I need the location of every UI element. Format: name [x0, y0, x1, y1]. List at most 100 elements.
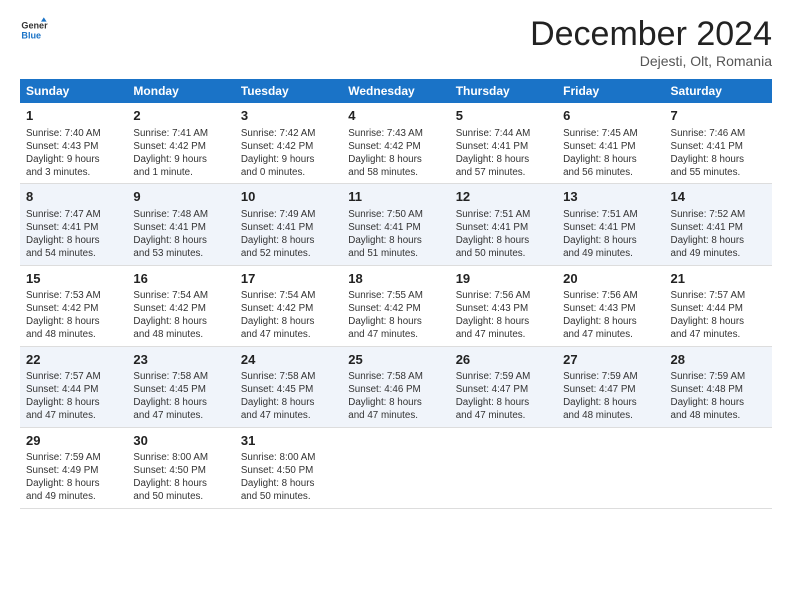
svg-text:General: General [21, 21, 48, 31]
day-info: Sunrise: 7:42 AM Sunset: 4:42 PM Dayligh… [241, 127, 336, 180]
header-friday: Friday [557, 79, 664, 103]
day-info: Sunrise: 7:48 AM Sunset: 4:41 PM Dayligh… [133, 208, 228, 261]
day-number: 24 [241, 351, 336, 369]
logo-icon: General Blue [20, 16, 48, 44]
calendar-cell: 15Sunrise: 7:53 AM Sunset: 4:42 PM Dayli… [20, 265, 127, 346]
day-number: 29 [26, 432, 121, 450]
calendar-cell: 6 Sunrise: 7:45 AM Sunset: 4:41 PM Daylig… [557, 103, 664, 184]
calendar-table: Sunday Monday Tuesday Wednesday Thursday… [20, 79, 772, 508]
day-info: Sunrise: 7:44 AM Sunset: 4:41 PM Dayligh… [456, 127, 551, 180]
day-number: 18 [348, 270, 443, 288]
day-info: Sunrise: 7:54 AM Sunset: 4:42 PM Dayligh… [241, 289, 336, 342]
calendar-cell [342, 427, 449, 508]
calendar-cell: 12Sunrise: 7:51 AM Sunset: 4:41 PM Dayli… [450, 184, 557, 265]
calendar-cell: 5Sunrise: 7:44 AM Sunset: 4:41 PM Daylig… [450, 103, 557, 184]
day-info: Sunrise: 7:56 AM Sunset: 4:43 PM Dayligh… [456, 289, 551, 342]
calendar-cell: 28Sunrise: 7:59 AM Sunset: 4:48 PM Dayli… [665, 346, 772, 427]
day-info: Sunrise: 7:58 AM Sunset: 4:45 PM Dayligh… [241, 370, 336, 423]
calendar-cell: 14Sunrise: 7:52 AM Sunset: 4:41 PM Dayli… [665, 184, 772, 265]
calendar-cell: 11Sunrise: 7:50 AM Sunset: 4:41 PM Dayli… [342, 184, 449, 265]
calendar-cell: 27Sunrise: 7:59 AM Sunset: 4:47 PM Dayli… [557, 346, 664, 427]
day-info: Sunrise: 7:55 AM Sunset: 4:42 PM Dayligh… [348, 289, 443, 342]
calendar-cell: 31Sunrise: 8:00 AM Sunset: 4:50 PM Dayli… [235, 427, 342, 508]
day-number: 28 [671, 351, 766, 369]
day-info: Sunrise: 7:51 AM Sunset: 4:41 PM Dayligh… [563, 208, 658, 261]
day-info: Sunrise: 7:41 AM Sunset: 4:42 PM Dayligh… [133, 127, 228, 180]
calendar-cell: 7Sunrise: 7:46 AM Sunset: 4:41 PM Daylig… [665, 103, 772, 184]
day-number: 8 [26, 188, 121, 206]
day-number: 20 [563, 270, 658, 288]
day-info: Sunrise: 7:47 AM Sunset: 4:41 PM Dayligh… [26, 208, 121, 261]
day-number: 1 [26, 107, 121, 125]
calendar-week-4: 22Sunrise: 7:57 AM Sunset: 4:44 PM Dayli… [20, 346, 772, 427]
day-number: 9 [133, 188, 228, 206]
day-number: 15 [26, 270, 121, 288]
calendar-cell: 22Sunrise: 7:57 AM Sunset: 4:44 PM Dayli… [20, 346, 127, 427]
month-title: December 2024 [530, 16, 772, 53]
calendar-cell: 21Sunrise: 7:57 AM Sunset: 4:44 PM Dayli… [665, 265, 772, 346]
day-info: Sunrise: 8:00 AM Sunset: 4:50 PM Dayligh… [133, 451, 228, 504]
day-number: 11 [348, 188, 443, 206]
calendar-cell [450, 427, 557, 508]
svg-text:Blue: Blue [21, 30, 41, 40]
calendar-week-5: 29Sunrise: 7:59 AM Sunset: 4:49 PM Dayli… [20, 427, 772, 508]
day-number: 13 [563, 188, 658, 206]
calendar-week-2: 8 Sunrise: 7:47 AM Sunset: 4:41 PM Daylig… [20, 184, 772, 265]
calendar-week-1: 1 Sunrise: 7:40 AM Sunset: 4:43 PM Daylig… [20, 103, 772, 184]
day-info: Sunrise: 7:58 AM Sunset: 4:46 PM Dayligh… [348, 370, 443, 423]
calendar-cell: 23Sunrise: 7:58 AM Sunset: 4:45 PM Dayli… [127, 346, 234, 427]
calendar-cell: 3Sunrise: 7:42 AM Sunset: 4:42 PM Daylig… [235, 103, 342, 184]
logo: General Blue [20, 16, 48, 44]
day-info: Sunrise: 7:46 AM Sunset: 4:41 PM Dayligh… [671, 127, 766, 180]
calendar-cell: 9 Sunrise: 7:48 AM Sunset: 4:41 PM Daylig… [127, 184, 234, 265]
day-number: 6 [563, 107, 658, 125]
day-info: Sunrise: 7:52 AM Sunset: 4:41 PM Dayligh… [671, 208, 766, 261]
header: General Blue December 2024 Dejesti, Olt,… [20, 16, 772, 69]
day-info: Sunrise: 7:56 AM Sunset: 4:43 PM Dayligh… [563, 289, 658, 342]
day-number: 22 [26, 351, 121, 369]
header-sunday: Sunday [20, 79, 127, 103]
day-info: Sunrise: 7:58 AM Sunset: 4:45 PM Dayligh… [133, 370, 228, 423]
calendar-cell: 4 Sunrise: 7:43 AM Sunset: 4:42 PM Daylig… [342, 103, 449, 184]
calendar-cell [557, 427, 664, 508]
day-info: Sunrise: 7:59 AM Sunset: 4:47 PM Dayligh… [563, 370, 658, 423]
calendar-cell: 13 Sunrise: 7:51 AM Sunset: 4:41 PM Dayli… [557, 184, 664, 265]
day-info: Sunrise: 7:57 AM Sunset: 4:44 PM Dayligh… [671, 289, 766, 342]
day-info: Sunrise: 7:59 AM Sunset: 4:49 PM Dayligh… [26, 451, 121, 504]
header-tuesday: Tuesday [235, 79, 342, 103]
header-wednesday: Wednesday [342, 79, 449, 103]
header-monday: Monday [127, 79, 234, 103]
day-info: Sunrise: 7:45 AM Sunset: 4:41 PM Dayligh… [563, 127, 658, 180]
calendar-cell: 18Sunrise: 7:55 AM Sunset: 4:42 PM Dayli… [342, 265, 449, 346]
day-info: Sunrise: 7:40 AM Sunset: 4:43 PM Dayligh… [26, 127, 121, 180]
day-number: 4 [348, 107, 443, 125]
day-number: 26 [456, 351, 551, 369]
title-block: December 2024 Dejesti, Olt, Romania [530, 16, 772, 69]
calendar-cell: 24Sunrise: 7:58 AM Sunset: 4:45 PM Dayli… [235, 346, 342, 427]
calendar-cell: 8 Sunrise: 7:47 AM Sunset: 4:41 PM Daylig… [20, 184, 127, 265]
calendar-cell: 25Sunrise: 7:58 AM Sunset: 4:46 PM Dayli… [342, 346, 449, 427]
calendar-cell: 1 Sunrise: 7:40 AM Sunset: 4:43 PM Daylig… [20, 103, 127, 184]
day-number: 30 [133, 432, 228, 450]
day-number: 19 [456, 270, 551, 288]
day-info: Sunrise: 8:00 AM Sunset: 4:50 PM Dayligh… [241, 451, 336, 504]
day-info: Sunrise: 7:43 AM Sunset: 4:42 PM Dayligh… [348, 127, 443, 180]
day-info: Sunrise: 7:53 AM Sunset: 4:42 PM Dayligh… [26, 289, 121, 342]
calendar-cell: 29Sunrise: 7:59 AM Sunset: 4:49 PM Dayli… [20, 427, 127, 508]
calendar-cell: 10Sunrise: 7:49 AM Sunset: 4:41 PM Dayli… [235, 184, 342, 265]
calendar-cell: 30Sunrise: 8:00 AM Sunset: 4:50 PM Dayli… [127, 427, 234, 508]
header-saturday: Saturday [665, 79, 772, 103]
day-number: 31 [241, 432, 336, 450]
calendar-cell: 17Sunrise: 7:54 AM Sunset: 4:42 PM Dayli… [235, 265, 342, 346]
day-info: Sunrise: 7:57 AM Sunset: 4:44 PM Dayligh… [26, 370, 121, 423]
calendar-cell: 16Sunrise: 7:54 AM Sunset: 4:42 PM Dayli… [127, 265, 234, 346]
day-info: Sunrise: 7:49 AM Sunset: 4:41 PM Dayligh… [241, 208, 336, 261]
day-info: Sunrise: 7:51 AM Sunset: 4:41 PM Dayligh… [456, 208, 551, 261]
day-number: 2 [133, 107, 228, 125]
day-number: 21 [671, 270, 766, 288]
calendar-cell: 2 Sunrise: 7:41 AM Sunset: 4:42 PM Daylig… [127, 103, 234, 184]
day-number: 17 [241, 270, 336, 288]
main-container: General Blue December 2024 Dejesti, Olt,… [0, 0, 792, 519]
weekday-header-row: Sunday Monday Tuesday Wednesday Thursday… [20, 79, 772, 103]
day-number: 16 [133, 270, 228, 288]
